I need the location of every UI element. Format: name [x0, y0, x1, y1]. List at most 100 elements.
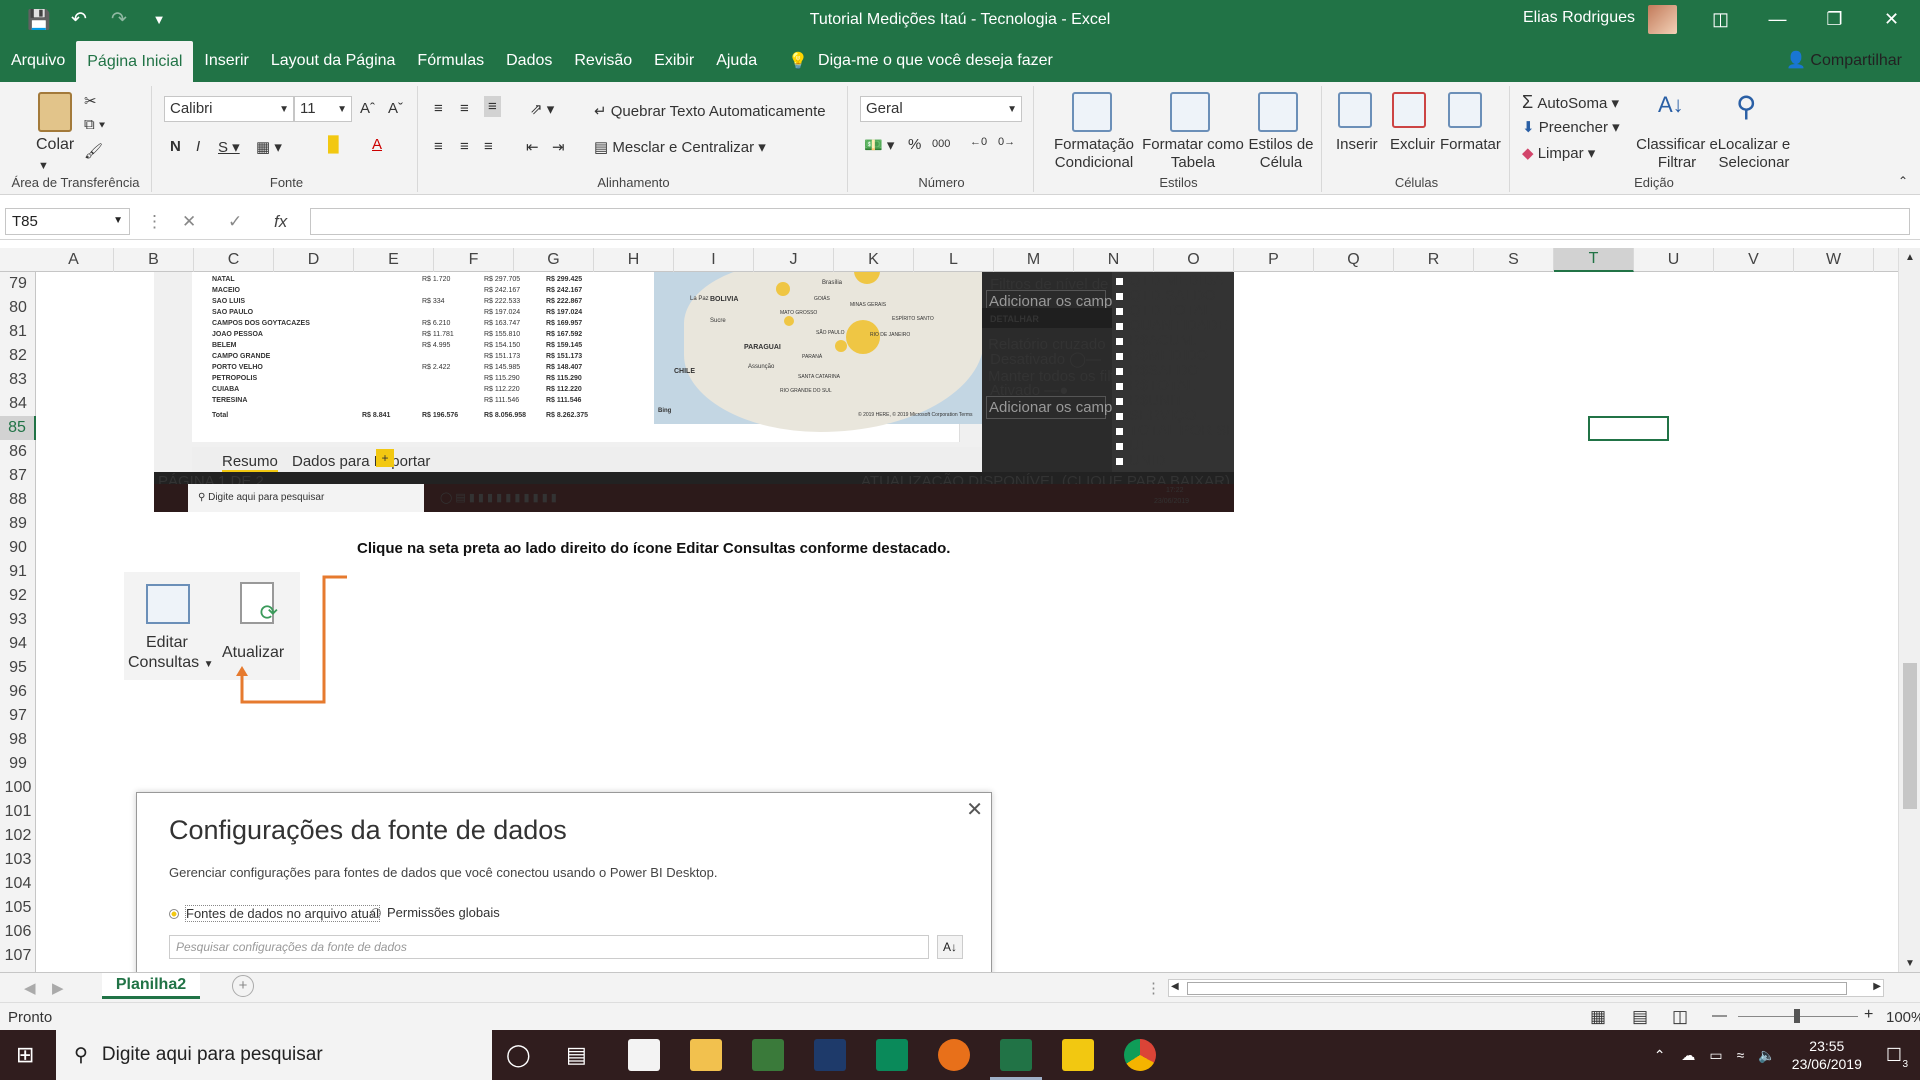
scroll-down-icon[interactable]: ▼: [1905, 958, 1915, 969]
delete-cells-icon[interactable]: [1392, 92, 1426, 128]
file-explorer-icon[interactable]: [690, 1039, 722, 1071]
borders-icon[interactable]: ▦ ▾: [256, 138, 282, 156]
notification-icon[interactable]: ☐ 3: [1886, 1045, 1908, 1070]
clock[interactable]: 23:55 23/06/2019: [1792, 1037, 1862, 1073]
merge-center-button[interactable]: ▤ Mesclar e Centralizar ▾: [594, 138, 766, 156]
tab-arquivo[interactable]: Arquivo: [0, 39, 76, 82]
row-header[interactable]: 92: [0, 584, 36, 608]
increase-indent-icon[interactable]: ⇥: [552, 138, 565, 156]
align-center-icon[interactable]: ≡: [460, 138, 469, 155]
pycharm-icon[interactable]: [876, 1039, 908, 1071]
column-header[interactable]: T: [1554, 248, 1634, 272]
scroll-thumb[interactable]: [1187, 982, 1847, 995]
zoom-out-icon[interactable]: —: [1712, 1007, 1727, 1024]
row-header[interactable]: 101: [0, 800, 36, 824]
font-color-icon[interactable]: A: [372, 136, 382, 153]
row-header[interactable]: 83: [0, 368, 36, 392]
currency-icon[interactable]: 💵 ▾: [864, 136, 894, 154]
column-header[interactable]: G: [514, 248, 594, 272]
zoom-level[interactable]: 100%: [1886, 1009, 1920, 1026]
bold-icon[interactable]: N: [170, 138, 181, 155]
column-header[interactable]: E: [354, 248, 434, 272]
radio-current-file[interactable]: Fontes de dados no arquivo atual: [169, 905, 380, 922]
copy-icon[interactable]: ⧉ ▾: [84, 116, 105, 133]
row-header[interactable]: 103: [0, 848, 36, 872]
enter-icon[interactable]: ✓: [228, 212, 242, 232]
tab-revisao[interactable]: Revisão: [563, 39, 643, 82]
row-header[interactable]: 81: [0, 320, 36, 344]
tab-dados[interactable]: Dados: [495, 39, 563, 82]
column-header[interactable]: C: [194, 248, 274, 272]
row-header[interactable]: 94: [0, 632, 36, 656]
column-header[interactable]: R: [1394, 248, 1474, 272]
row-header[interactable]: 89: [0, 512, 36, 536]
clear-button[interactable]: ◆ Limpar ▾: [1522, 144, 1595, 162]
tab-ajuda[interactable]: Ajuda: [705, 39, 768, 82]
paste-dropdown-icon[interactable]: ▼: [38, 160, 49, 172]
tab-exibir[interactable]: Exibir: [643, 39, 705, 82]
row-header[interactable]: 95: [0, 656, 36, 680]
save-icon[interactable]: 💾: [26, 8, 52, 32]
paste-button[interactable]: Colar: [36, 136, 74, 154]
redo-icon[interactable]: ↷: [106, 8, 132, 31]
format-table-button[interactable]: Formatar como Tabela: [1140, 136, 1246, 172]
horizontal-scrollbar[interactable]: ◀ ▶: [1168, 979, 1884, 997]
row-header[interactable]: 86: [0, 440, 36, 464]
avatar[interactable]: [1648, 5, 1677, 34]
format-painter-icon[interactable]: 🖌: [84, 142, 103, 160]
radio-global-permissions[interactable]: Permissões globais: [371, 905, 500, 920]
scroll-thumb[interactable]: [1903, 663, 1917, 809]
sort-filter-icon[interactable]: A↓: [1658, 92, 1684, 118]
next-sheet-icon[interactable]: ▶: [52, 979, 64, 997]
column-header[interactable]: D: [274, 248, 354, 272]
cell-styles-button[interactable]: Estilos de Célula: [1246, 136, 1316, 172]
tell-me-box[interactable]: 💡 Diga-me o que você deseja fazer: [788, 39, 1053, 82]
tab-inserir[interactable]: Inserir: [193, 39, 259, 82]
name-box[interactable]: T85 ▼: [5, 208, 130, 235]
chevron-up-icon[interactable]: ⌃: [1654, 1047, 1666, 1064]
align-left-icon[interactable]: ≡: [434, 138, 443, 155]
cloud-icon[interactable]: ☁: [1681, 1047, 1695, 1064]
normal-view-icon[interactable]: ▦: [1590, 1007, 1606, 1027]
column-header[interactable]: S: [1474, 248, 1554, 272]
align-top-icon[interactable]: ≡: [434, 100, 443, 117]
row-header[interactable]: 88: [0, 488, 36, 512]
percent-icon[interactable]: %: [908, 136, 921, 153]
align-right-icon[interactable]: ≡: [484, 138, 493, 155]
conditional-format-button[interactable]: Formatação Condicional: [1048, 136, 1140, 172]
underline-icon[interactable]: S ▾: [218, 138, 240, 156]
column-header[interactable]: F: [434, 248, 514, 272]
row-header[interactable]: 96: [0, 680, 36, 704]
italic-icon[interactable]: I: [196, 138, 200, 155]
page-layout-icon[interactable]: ▤: [1632, 1007, 1648, 1027]
worksheet-grid[interactable]: NATAL R$ 1.720 R$ 297.705 R$ 299.425 MACEIO R…: [36, 272, 1898, 972]
battery-icon[interactable]: ▭: [1709, 1047, 1722, 1064]
column-header[interactable]: V: [1714, 248, 1794, 272]
comma-style-icon[interactable]: 000: [932, 138, 950, 150]
tab-formulas[interactable]: Fórmulas: [406, 39, 495, 82]
selected-cell-t85[interactable]: [1588, 416, 1669, 441]
chrome-icon[interactable]: [1124, 1039, 1156, 1071]
column-header[interactable]: O: [1154, 248, 1234, 272]
row-header[interactable]: 97: [0, 704, 36, 728]
column-header[interactable]: Q: [1314, 248, 1394, 272]
column-header[interactable]: U: [1634, 248, 1714, 272]
row-header[interactable]: 93: [0, 608, 36, 632]
row-header[interactable]: 99: [0, 752, 36, 776]
close-icon[interactable]: ✕: [1863, 0, 1920, 39]
grow-font-icon[interactable]: Aˆ: [360, 100, 375, 117]
pictures-app-icon[interactable]: [628, 1039, 660, 1071]
insert-cells-icon[interactable]: [1338, 92, 1372, 128]
tab-layout[interactable]: Layout da Página: [260, 39, 407, 82]
format-cells-icon[interactable]: [1448, 92, 1482, 128]
column-header[interactable]: W: [1794, 248, 1874, 272]
sort-icon[interactable]: A↓: [937, 935, 963, 959]
column-header[interactable]: M: [994, 248, 1074, 272]
align-bottom-icon[interactable]: ≡: [484, 96, 501, 117]
powerbi-icon[interactable]: [1062, 1039, 1094, 1071]
firefox-icon[interactable]: [938, 1039, 970, 1071]
zoom-thumb[interactable]: [1794, 1009, 1800, 1023]
row-header[interactable]: 105: [0, 896, 36, 920]
column-header[interactable]: P: [1234, 248, 1314, 272]
shrink-font-icon[interactable]: Aˇ: [388, 100, 403, 117]
